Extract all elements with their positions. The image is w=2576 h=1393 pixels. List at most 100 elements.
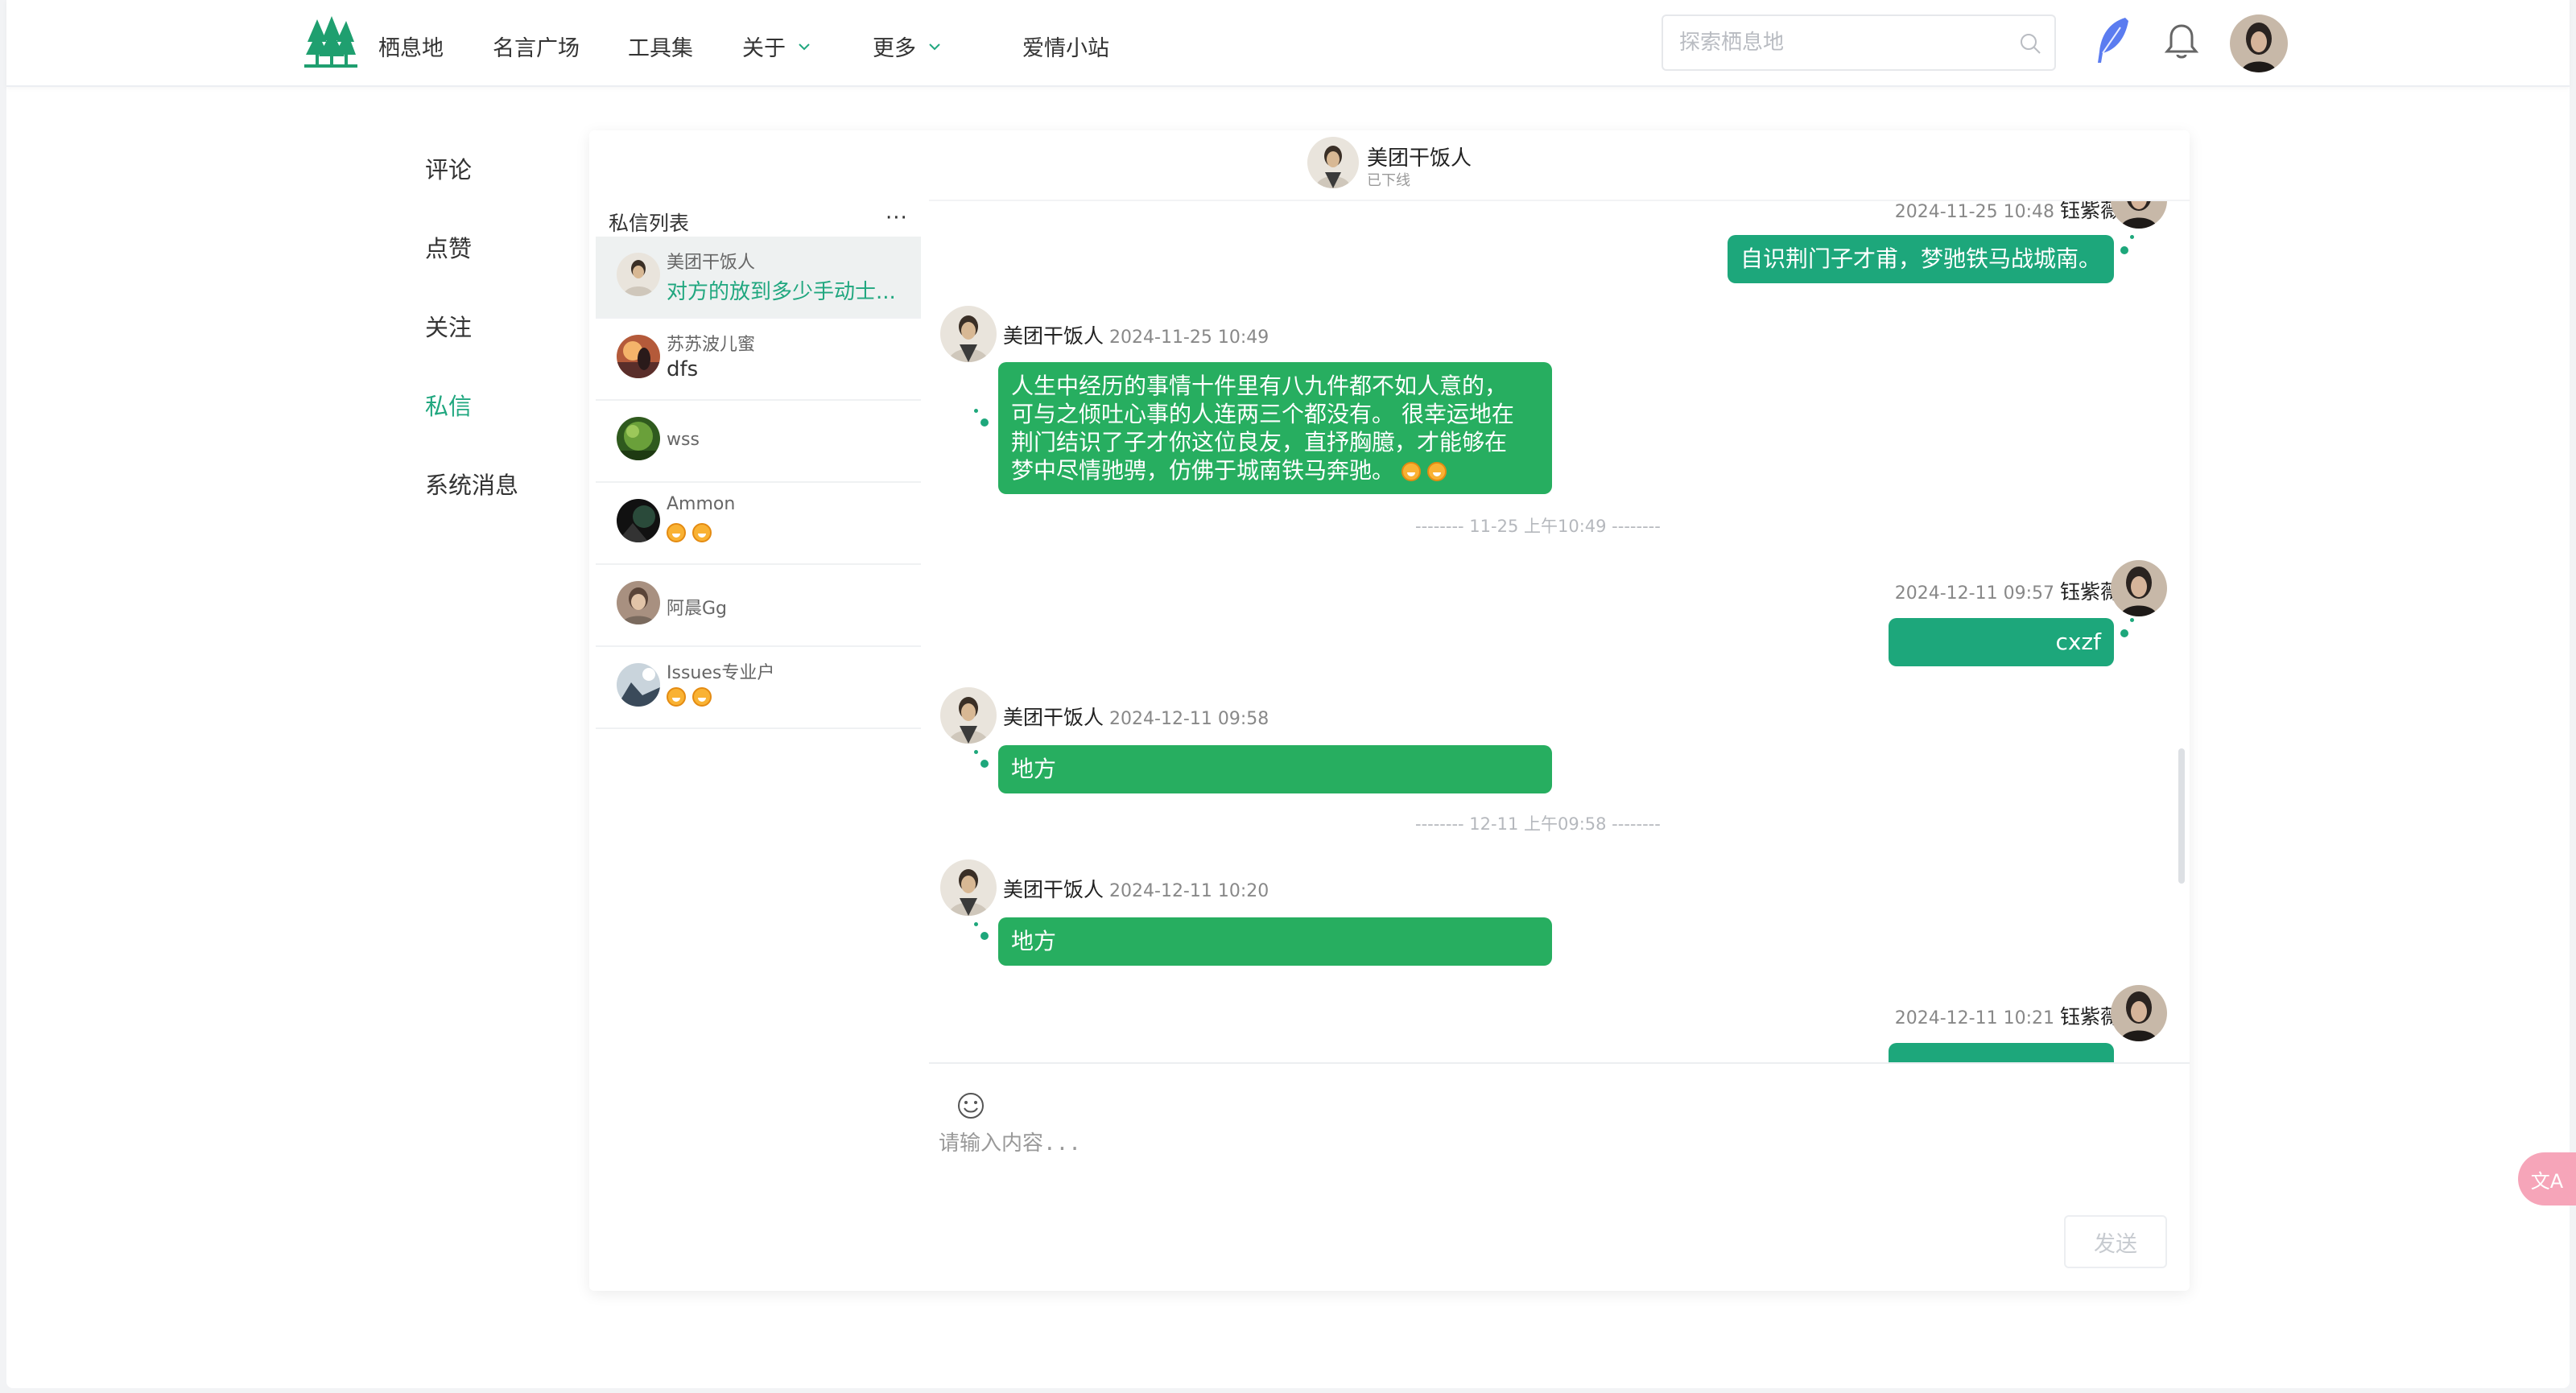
kiss-emoji-icon bbox=[692, 687, 712, 707]
sidebar-item-messages[interactable]: 私信 bbox=[425, 388, 472, 422]
message-time: 2024-12-11 09:57 bbox=[1894, 583, 2054, 604]
translate-icon[interactable]: 文A bbox=[2518, 1152, 2576, 1205]
message-line-text: 梦中尽情驰骋，仿佛于城南铁马奔驰。 bbox=[1011, 457, 1395, 484]
conversation-name: Issues专业户 bbox=[667, 663, 775, 683]
message-meta: 美团干饭人 2024-11-25 10:49 bbox=[1003, 320, 1269, 349]
message-thread: 2024-11-25 10:48 钰紫薇 自识荆门子才甫，梦驰铁马战城南。 美团… bbox=[929, 201, 2190, 1062]
conversation-preview: 对方的放到多少手动士... bbox=[667, 280, 896, 304]
message-meta: 2024-12-11 09:57 钰紫薇 bbox=[1895, 576, 2120, 605]
nav-more[interactable]: 更多 bbox=[873, 31, 942, 62]
avatar[interactable] bbox=[2111, 985, 2167, 1041]
avatar bbox=[617, 417, 660, 460]
conversation-item[interactable]: 美团干饭人 对方的放到多少手动士... bbox=[596, 237, 921, 319]
chevron-down-icon bbox=[799, 43, 810, 50]
search-input[interactable] bbox=[1679, 16, 2001, 69]
message-line: 人生中经历的事情十件里有八九件都不如人意的， bbox=[1011, 373, 1508, 399]
conversation-item[interactable]: Ammon bbox=[596, 483, 921, 565]
search-icon[interactable] bbox=[2019, 32, 2041, 55]
message-time: 2024-12-11 09:58 bbox=[1109, 709, 1269, 729]
message-time: 2024-12-11 10:20 bbox=[1109, 881, 1269, 901]
message-bubble: 自识荆门子才甫，梦驰铁马战城南。 bbox=[1727, 235, 2114, 283]
avatar[interactable] bbox=[940, 306, 997, 362]
conversation-item[interactable]: 阿晨Gg bbox=[596, 565, 921, 647]
conversation-name: wss bbox=[667, 430, 700, 450]
feather-write-icon[interactable] bbox=[2093, 16, 2132, 64]
message-line: 梦中尽情驰骋，仿佛于城南铁马奔驰。 bbox=[1011, 456, 1539, 484]
bubble-dot bbox=[2130, 235, 2134, 239]
message-time: 2024-11-25 10:48 bbox=[1894, 202, 2054, 222]
nav-love-label: 爱情小站 bbox=[1022, 36, 1109, 61]
conversation-item[interactable]: wss bbox=[596, 401, 921, 483]
bell-icon[interactable] bbox=[2164, 23, 2199, 61]
nav-love[interactable]: 爱情小站 bbox=[1022, 31, 1109, 62]
message-bubble: cxzf bbox=[1889, 618, 2114, 666]
chevron-down-icon bbox=[929, 43, 940, 50]
nav-tools[interactable]: 工具集 bbox=[628, 31, 693, 62]
sidebar-item-follows[interactable]: 关注 bbox=[425, 309, 472, 343]
emoji-preview bbox=[667, 523, 718, 542]
chat-partner-avatar[interactable] bbox=[1307, 137, 1359, 188]
avatar bbox=[617, 335, 660, 378]
sidebar-item-system[interactable]: 系统消息 bbox=[425, 467, 518, 501]
bubble-dot bbox=[2120, 246, 2128, 254]
chat-partner-name: 美团干饭人 bbox=[1367, 146, 1472, 171]
avatar[interactable] bbox=[2111, 201, 2167, 229]
nav-more-label: 更多 bbox=[873, 36, 916, 61]
bubble-dot bbox=[2120, 629, 2128, 637]
conversation-item[interactable]: Issues专业户 bbox=[596, 647, 921, 729]
crying-emoji-icon bbox=[1426, 462, 1447, 481]
conversation-name: 苏苏波儿蜜 bbox=[667, 335, 756, 355]
message-bubble: 人生中经历的事情十件里有八九件都不如人意的， 可与之倾吐心事的人连两三个都没有。… bbox=[998, 362, 1552, 494]
more-options-icon[interactable]: ··· bbox=[886, 206, 908, 230]
conversation-name: 阿晨Gg bbox=[667, 599, 728, 619]
conversation-list-title: 私信列表 bbox=[609, 212, 690, 235]
avatar[interactable] bbox=[940, 859, 997, 916]
message-time: 2024-11-25 10:49 bbox=[1109, 328, 1269, 348]
user-avatar[interactable] bbox=[2230, 14, 2288, 72]
conversation-name: Ammon bbox=[667, 494, 736, 514]
emoji-picker-icon[interactable] bbox=[956, 1091, 985, 1120]
forest-logo-icon[interactable] bbox=[303, 14, 359, 71]
conversation-preview: dfs bbox=[667, 357, 699, 381]
message-line: 可与之倾吐心事的人连两三个都没有。 很幸运地在 bbox=[1011, 401, 1514, 427]
sidebar-item-likes[interactable]: 点赞 bbox=[425, 230, 472, 264]
bubble-dot bbox=[974, 922, 978, 926]
message-meta: 2024-11-25 10:48 钰紫薇 bbox=[1895, 201, 2120, 224]
message-meta: 美团干饭人 2024-12-11 09:58 bbox=[1003, 702, 1269, 731]
avatar bbox=[617, 663, 660, 707]
search-box[interactable] bbox=[1662, 14, 2056, 71]
time-divider: -------- 11-25 上午10:49 -------- bbox=[1415, 517, 1661, 536]
nav-quotes[interactable]: 名言广场 bbox=[493, 31, 580, 62]
avatar[interactable] bbox=[2111, 560, 2167, 616]
message-input[interactable] bbox=[939, 1127, 2170, 1199]
kiss-emoji-icon bbox=[667, 687, 686, 707]
message-bubble: 地方 bbox=[998, 917, 1552, 966]
avatar bbox=[617, 499, 660, 542]
avatar bbox=[617, 581, 660, 624]
avatar[interactable] bbox=[940, 687, 997, 744]
conversation-item[interactable]: 苏苏波儿蜜 dfs bbox=[596, 319, 921, 401]
bubble-dot bbox=[980, 418, 989, 427]
message-bubble: 地方 bbox=[998, 745, 1552, 793]
message-meta: 2024-12-11 10:21 钰紫薇 bbox=[1895, 1001, 2120, 1030]
message-sender: 美团干饭人 bbox=[1003, 706, 1104, 729]
bubble-dot bbox=[2130, 618, 2134, 622]
sidebar-item-comments[interactable]: 评论 bbox=[425, 151, 472, 185]
bubble-dot bbox=[980, 932, 989, 940]
bubble-dot bbox=[974, 409, 978, 413]
message-line: 荆门结识了子才你这位良友，直抒胸臆，才能够在 bbox=[1011, 429, 1508, 455]
send-button[interactable]: 发送 bbox=[2064, 1215, 2167, 1268]
bubble-dot bbox=[980, 760, 989, 768]
message-time: 2024-12-11 10:21 bbox=[1894, 1008, 2054, 1028]
message-sender: 美团干饭人 bbox=[1003, 324, 1104, 348]
message-bubble bbox=[1889, 1043, 2114, 1062]
nav-home[interactable]: 栖息地 bbox=[378, 31, 444, 62]
conversation-name: 美团干饭人 bbox=[667, 253, 756, 273]
nav-about[interactable]: 关于 bbox=[742, 31, 811, 62]
grin-emoji-icon bbox=[667, 523, 686, 542]
scrollbar[interactable] bbox=[2178, 748, 2185, 884]
chat-partner-status: 已下线 bbox=[1367, 172, 1410, 189]
message-meta: 美团干饭人 2024-12-11 10:20 bbox=[1003, 874, 1269, 903]
nav-tools-label: 工具集 bbox=[628, 36, 693, 61]
message-sender: 美团干饭人 bbox=[1003, 878, 1104, 901]
